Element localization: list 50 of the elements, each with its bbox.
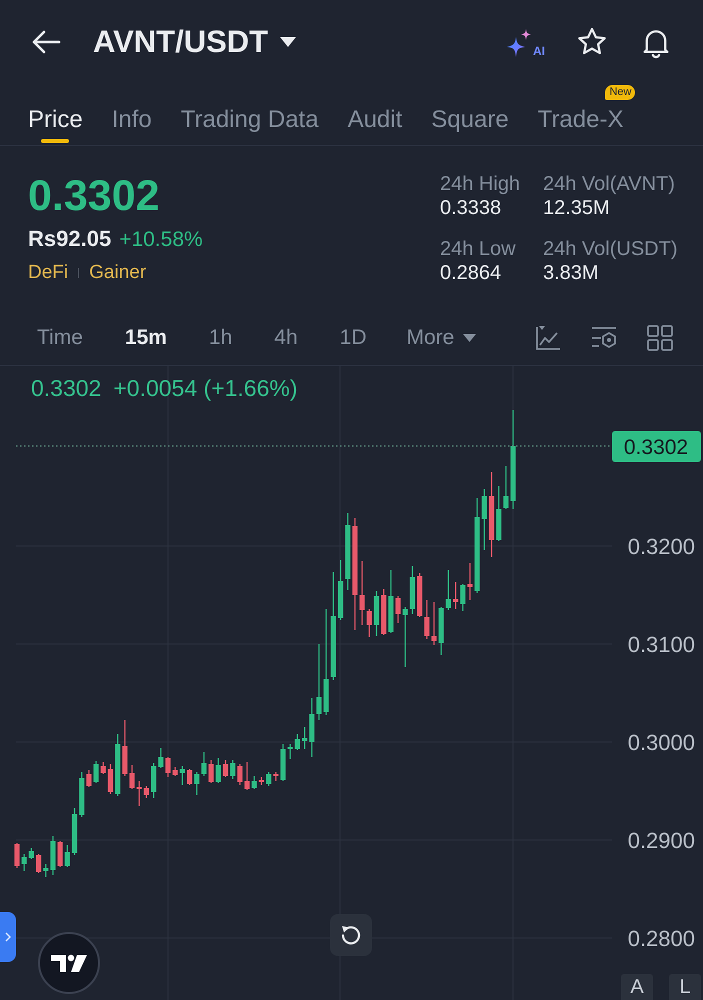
line-chart-icon[interactable] (535, 324, 561, 350)
stat-label: 24h Vol(AVNT) (543, 172, 676, 196)
more-dropdown[interactable]: More (406, 324, 476, 350)
price-change-percent: +10.58% (119, 227, 203, 253)
axis-label: 0.2800 (628, 926, 695, 951)
tab[interactable]: Audit (348, 84, 402, 145)
interval-tab[interactable]: 1h (208, 324, 232, 350)
chevron-right-icon (5, 932, 11, 942)
reset-button[interactable] (330, 914, 372, 956)
lines-hexagon-icon[interactable] (591, 324, 617, 350)
interval-tab[interactable]: 1D (340, 324, 366, 350)
interval-tab[interactable]: 4h (274, 324, 298, 350)
caret-icon (463, 334, 476, 342)
axis-label: 0.3100 (628, 632, 695, 657)
pair-selector[interactable]: AVNT/USDT (93, 24, 296, 60)
back-button[interactable] (31, 30, 61, 54)
sparkle-icon (506, 29, 532, 57)
fiat-price: Rs92.05 (28, 226, 112, 252)
last-price: 0.3302 (28, 172, 161, 220)
category-tag[interactable]: DeFi (28, 261, 68, 285)
tab[interactable]: Price (28, 84, 83, 145)
stat-value: 0.3338 (440, 196, 502, 220)
rotate-icon (340, 924, 362, 946)
back-arrow-icon (31, 30, 61, 54)
stat-label: 24h High (440, 172, 522, 196)
interval-tab[interactable]: 15m (124, 324, 167, 350)
axis-label: 0.3000 (628, 730, 695, 755)
stat-label: 24h Low (440, 237, 517, 261)
axis-label: 0.2900 (628, 828, 695, 853)
ai-button[interactable]: AI (506, 27, 545, 57)
category-tag[interactable]: Gainer (89, 261, 146, 285)
scale-button[interactable]: L (669, 974, 701, 1000)
side-panel-tab[interactable] (0, 912, 16, 962)
tab[interactable]: Square (431, 84, 509, 145)
stat-value: 12.35M (543, 196, 611, 220)
price-change: +0.0054 (+1.66%) (113, 375, 298, 402)
logo-icon[interactable] (38, 932, 100, 994)
stat-label: 24h Vol(USDT) (543, 237, 678, 261)
caret-icon (280, 37, 296, 47)
interval-tab[interactable]: Time (37, 324, 83, 350)
grid-icon[interactable] (647, 324, 673, 350)
current-price-tag: 0.3302 (612, 431, 701, 462)
tab[interactable]: Info (112, 84, 152, 145)
stat-value: 0.2864 (440, 261, 502, 285)
stat-value: 3.83M (543, 261, 600, 285)
new-badge: New (605, 85, 636, 100)
scale-button[interactable]: A (621, 974, 653, 1000)
axis-label: 0.3200 (628, 534, 695, 559)
last-price: 0.3302 (31, 375, 102, 402)
tab[interactable]: Trading Data (180, 84, 319, 145)
